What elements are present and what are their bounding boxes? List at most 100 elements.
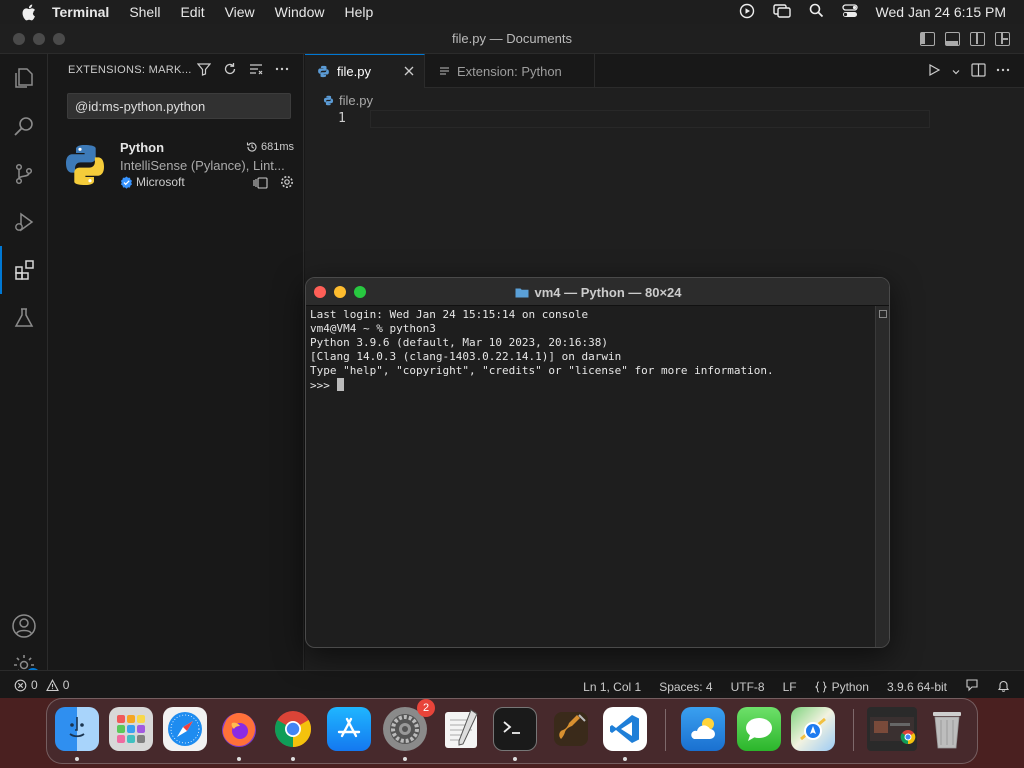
extension-manage-gear-icon[interactable]	[280, 175, 294, 194]
tab-file-py[interactable]: file.py	[305, 54, 425, 88]
firefox-icon[interactable]	[217, 707, 261, 751]
running-indicator	[513, 757, 517, 761]
code-editor-line[interactable]	[370, 110, 930, 128]
activation-time-value: 681ms	[260, 141, 294, 153]
braces-icon	[814, 681, 827, 692]
menubar: Terminal Shell Edit View Window Help Wed…	[0, 0, 1024, 24]
run-dropdown-chevron-icon[interactable]	[951, 64, 961, 82]
scrollbar-thumb[interactable]	[879, 310, 887, 318]
dock: 2	[46, 698, 978, 764]
end-of-line[interactable]: LF	[783, 680, 797, 694]
system-settings-icon[interactable]: 2	[383, 699, 435, 751]
vscode-titlebar: file.py — Documents	[0, 24, 1024, 54]
cursor-position[interactable]: Ln 1, Col 1	[583, 680, 641, 694]
launchpad-icon[interactable]	[109, 707, 153, 751]
running-indicator	[291, 757, 295, 761]
dock-separator	[853, 709, 854, 751]
status-bar: 0 0 Ln 1, Col 1 Spaces: 4 UTF-8 LF Pytho…	[0, 670, 1024, 698]
editor-more-actions-icon[interactable]	[996, 63, 1010, 82]
python-prompt: >>>	[310, 379, 337, 392]
menu-help[interactable]: Help	[344, 4, 373, 20]
text-cursor	[336, 378, 344, 391]
safari-icon[interactable]	[163, 707, 207, 751]
tab-extension-python[interactable]: Extension: Python	[425, 54, 595, 88]
terminal-window: vm4 — Python — 80×24 Last login: Wed Jan…	[305, 277, 890, 648]
activity-bar: 1	[0, 54, 48, 682]
extension-list-item[interactable]: Python 681ms IntelliSense (Pylance), Lin…	[62, 138, 298, 194]
chrome-icon[interactable]	[271, 707, 315, 751]
python-file-icon	[323, 95, 334, 106]
textedit-icon[interactable]	[439, 707, 483, 751]
trash-icon[interactable]	[925, 707, 969, 751]
language-mode[interactable]: Python	[814, 680, 869, 694]
toggle-panel-icon[interactable]	[945, 32, 960, 46]
app-store-icon[interactable]	[327, 707, 371, 751]
source-control-icon[interactable]	[0, 150, 48, 198]
screen-mirroring-icon[interactable]	[772, 3, 791, 21]
extensions-search-input[interactable]	[67, 93, 291, 119]
running-indicator	[75, 757, 79, 761]
weather-icon[interactable]	[681, 707, 725, 751]
run-python-file-icon[interactable]	[927, 63, 941, 82]
feedback-icon[interactable]	[965, 678, 979, 695]
recent-chrome-icon[interactable]	[867, 707, 917, 751]
notification-badge: 2	[417, 699, 435, 717]
accounts-icon[interactable]	[0, 602, 48, 650]
testing-icon[interactable]	[0, 294, 48, 342]
spotlight-search-icon[interactable]	[809, 3, 824, 21]
control-center-icon[interactable]	[841, 3, 858, 21]
terminal-scrollbar[interactable]	[875, 306, 889, 647]
breadcrumb[interactable]: file.py	[323, 93, 373, 108]
menu-app-terminal[interactable]: Terminal	[52, 4, 109, 20]
refresh-icon[interactable]	[223, 62, 237, 81]
extensions-icon[interactable]	[0, 246, 48, 294]
vscode-icon[interactable]	[603, 707, 647, 751]
filter-icon[interactable]	[196, 62, 212, 81]
python-file-icon	[318, 65, 329, 78]
problems-indicator[interactable]: 0 0	[14, 678, 69, 692]
menu-view[interactable]: View	[225, 4, 255, 20]
more-actions-icon[interactable]	[275, 62, 289, 81]
terminal-title: vm4 — Python — 80×24	[306, 285, 889, 300]
terminal-output[interactable]: Last login: Wed Jan 24 15:15:14 on conso…	[310, 308, 875, 646]
verified-publisher-icon	[120, 176, 132, 189]
python-interpreter[interactable]: 3.9.6 64-bit	[887, 680, 947, 694]
terminal-line: [Clang 14.0.3 (clang-1403.0.22.14.1)] on…	[310, 350, 622, 363]
clear-results-icon[interactable]	[249, 62, 263, 81]
folder-icon	[515, 288, 529, 298]
menubar-clock[interactable]: Wed Jan 24 6:15 PM	[876, 4, 1006, 20]
editor-tabs: file.py Extension: Python	[305, 54, 1024, 88]
maps-icon[interactable]	[791, 707, 835, 751]
python-logo-icon	[62, 142, 108, 188]
menu-shell[interactable]: Shell	[129, 4, 160, 20]
customize-layout-icon[interactable]	[995, 32, 1010, 46]
line-number: 1	[338, 111, 346, 126]
tab-label: file.py	[337, 64, 371, 79]
search-icon[interactable]	[0, 102, 48, 150]
terminal-icon[interactable]	[493, 707, 537, 751]
toggle-primary-sidebar-icon[interactable]	[920, 32, 935, 46]
explorer-icon[interactable]	[0, 54, 48, 102]
error-icon	[14, 679, 27, 691]
finder-icon[interactable]	[55, 707, 99, 751]
split-editor-icon[interactable]	[971, 63, 986, 82]
tab-close-icon[interactable]	[404, 64, 414, 79]
dock-separator	[665, 709, 666, 751]
tab-label: Extension: Python	[457, 63, 562, 79]
breadcrumb-file: file.py	[339, 93, 373, 108]
screen-recording-icon[interactable]	[739, 3, 755, 22]
indentation[interactable]: Spaces: 4	[659, 680, 712, 694]
run-debug-icon[interactable]	[0, 198, 48, 246]
terminal-line: vm4@VM4 ~ % python3	[310, 322, 436, 335]
apple-icon[interactable]	[18, 3, 38, 21]
toggle-secondary-sidebar-icon[interactable]	[970, 32, 985, 46]
terminal-line: Type "help", "copyright", "credits" or "…	[310, 364, 774, 377]
extension-sync-icon[interactable]	[253, 176, 268, 194]
menu-window[interactable]: Window	[275, 4, 325, 20]
file-encoding[interactable]: UTF-8	[731, 680, 765, 694]
garageband-icon[interactable]	[549, 707, 593, 751]
messages-icon[interactable]	[737, 707, 781, 751]
terminal-titlebar[interactable]: vm4 — Python — 80×24	[306, 278, 889, 306]
menu-edit[interactable]: Edit	[180, 4, 204, 20]
notifications-bell-icon[interactable]	[997, 679, 1010, 695]
